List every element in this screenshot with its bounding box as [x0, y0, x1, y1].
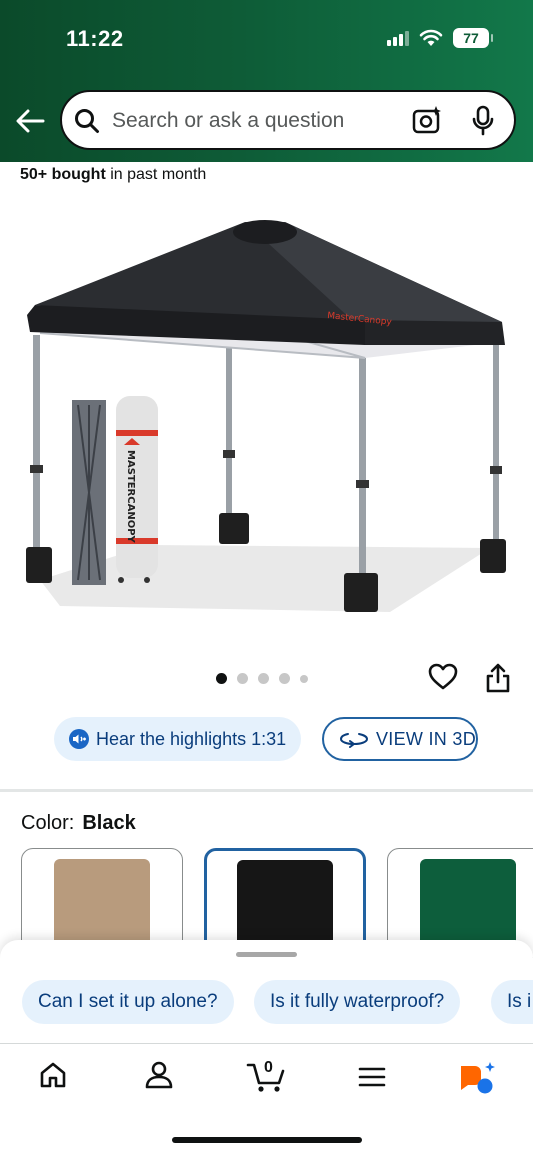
camera-lens-icon[interactable] — [412, 105, 442, 135]
search-input[interactable]: Search or ask a question — [112, 109, 344, 133]
app-header: 11:22 77 Search or ask a question — [0, 0, 533, 162]
wifi-icon — [419, 29, 443, 46]
carry-bag — [116, 396, 158, 578]
status-time: 11:22 — [66, 26, 124, 51]
carousel-dot[interactable] — [300, 674, 308, 683]
suggested-question-chip[interactable]: Can I set it up alone? — [22, 980, 234, 1024]
ground-shadow — [40, 545, 490, 612]
cart-count-badge: 0 — [264, 1059, 273, 1076]
share-icon[interactable] — [484, 663, 512, 693]
view-in-3d-button[interactable]: VIEW IN 3D — [322, 717, 478, 761]
rotate-3d-icon — [340, 733, 368, 748]
menu-icon[interactable] — [358, 1066, 386, 1088]
bottom-sheet: Can I set it up alone? Is it fully water… — [0, 940, 533, 1156]
audio-play-icon — [69, 729, 89, 749]
bought-count: 50+ bought — [20, 166, 106, 183]
search-icon — [75, 109, 99, 133]
canopy-leg — [33, 335, 40, 550]
selected-color: Black — [82, 812, 136, 834]
suggested-question-chip[interactable]: Is it fully waterproof? — [254, 980, 461, 1024]
nav-divider — [0, 1043, 533, 1044]
rufus-ai-assistant-icon[interactable] — [458, 1062, 498, 1096]
canopy-leg — [359, 330, 366, 575]
search-bar[interactable]: Search or ask a question — [60, 90, 516, 150]
sheet-drag-handle[interactable] — [236, 952, 297, 957]
image-carousel-indicator[interactable] — [216, 673, 308, 684]
carousel-dot[interactable] — [279, 673, 290, 684]
cellular-signal-icon — [387, 30, 409, 46]
hear-highlights-label: Hear the highlights 1:31 — [96, 728, 287, 749]
battery-indicator: 77 — [453, 28, 493, 48]
account-icon[interactable] — [144, 1060, 174, 1090]
back-arrow-icon[interactable] — [14, 106, 46, 136]
carousel-dot[interactable] — [258, 673, 269, 684]
heart-icon[interactable] — [428, 663, 458, 691]
hear-highlights-button[interactable]: Hear the highlights 1:31 — [54, 717, 301, 761]
carousel-dot[interactable] — [216, 673, 227, 684]
bought-in-past-month: 50+ bought in past month — [20, 166, 206, 184]
status-icons: 77 — [387, 28, 493, 48]
color-label: Color: — [21, 812, 75, 834]
carry-bag-label: MASTERCANOPY — [125, 450, 136, 544]
home-icon[interactable] — [38, 1060, 68, 1090]
color-selector-heading: Color: Black — [21, 812, 136, 835]
microphone-icon[interactable] — [470, 105, 496, 137]
home-indicator[interactable] — [172, 1137, 362, 1143]
bought-suffix: in past month — [105, 166, 207, 183]
suggested-question-chip[interactable]: Is i — [491, 980, 533, 1024]
carousel-dot[interactable] — [237, 673, 248, 684]
section-divider — [0, 789, 533, 792]
view-in-3d-label: VIEW IN 3D — [376, 728, 477, 749]
product-image[interactable]: MasterCanopy MASTERCANOPY — [0, 196, 533, 626]
